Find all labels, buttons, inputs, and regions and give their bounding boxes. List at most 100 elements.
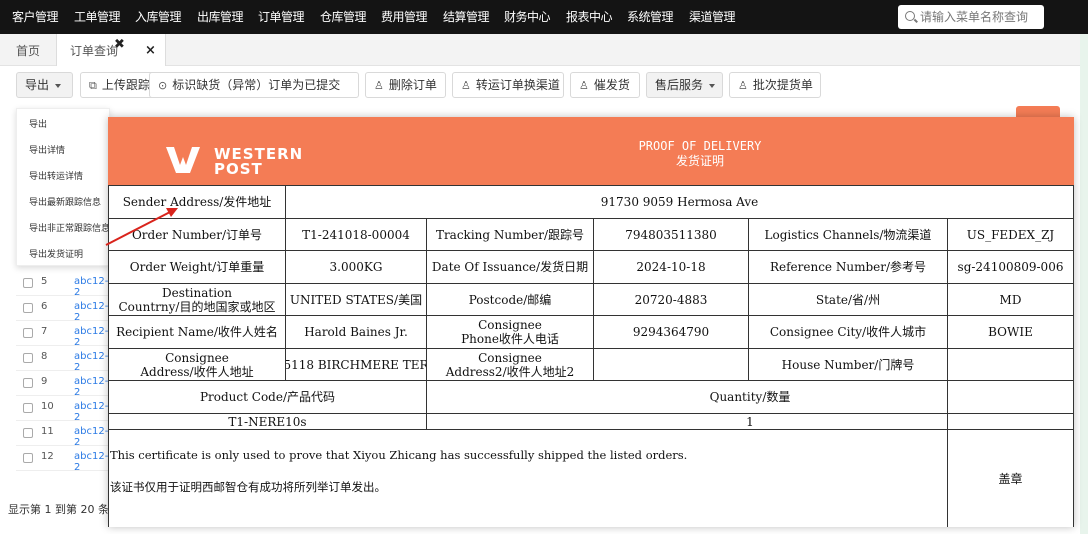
nav-item-inbound[interactable]: 入库管理 bbox=[135, 0, 182, 34]
tab-bar: 首页 订单查询 ✖ × bbox=[0, 34, 1080, 66]
nav-item-settlement[interactable]: 结算管理 bbox=[443, 0, 490, 34]
label-product-code: Product Code/产品代码 bbox=[199, 390, 336, 404]
user-icon: ♙ bbox=[738, 79, 748, 92]
nav-item-warehouse[interactable]: 仓库管理 bbox=[320, 0, 367, 34]
menu-search-input[interactable]: 请输入菜单名称查询 bbox=[898, 5, 1044, 29]
row-number: 11 bbox=[41, 426, 54, 437]
label-consignee-address2-line2: Address2/收件人地址2 bbox=[445, 364, 575, 379]
nav-item-fees[interactable]: 费用管理 bbox=[381, 0, 428, 34]
mark-oos-button[interactable]: ⊙ 标识缺货（异常）订单为已提交 bbox=[149, 72, 359, 98]
transfer-channel-label: 转运订单换渠道 bbox=[475, 78, 560, 92]
row-number: 5 bbox=[41, 276, 48, 287]
transfer-channel-button[interactable]: ♙ 转运订单换渠道 bbox=[452, 72, 564, 98]
row-divider bbox=[16, 445, 110, 446]
mark-oos-label: 标识缺货（异常）订单为已提交 bbox=[172, 78, 341, 92]
row-checkbox[interactable] bbox=[23, 353, 33, 363]
table-row[interactable]: 12 abc12-2 bbox=[16, 447, 110, 473]
label-consignee-address2-line1: Consignee bbox=[478, 350, 542, 365]
value-house-number bbox=[948, 349, 1073, 380]
row-divider bbox=[16, 295, 110, 296]
table-row[interactable]: 10 abc12-2 bbox=[16, 397, 110, 423]
certificate-statement-en: This certificate is only used to prove t… bbox=[110, 448, 688, 462]
value-recipient-name: Harold Baines Jr. bbox=[304, 325, 408, 339]
value-order-number: T1-241018-00004 bbox=[302, 227, 410, 242]
table-row[interactable]: 6 abc12-2 bbox=[16, 297, 110, 323]
certificate-statement-cn: 该证书仅用于证明西邮智仓有成功将所列举订单发出。 bbox=[110, 480, 386, 494]
row-number: 8 bbox=[41, 351, 48, 362]
label-consignee-address2: Consignee Address2/收件人地址2 bbox=[427, 349, 593, 380]
close-icon[interactable]: × bbox=[145, 34, 156, 68]
user-icon: ♙ bbox=[461, 79, 471, 92]
export-button-label: 导出 bbox=[25, 78, 50, 92]
after-sales-button[interactable]: 售后服务 bbox=[646, 72, 723, 98]
menu-item-export-transfer[interactable]: 导出转运详情 bbox=[29, 169, 83, 182]
nav-item-customer[interactable]: 客户管理 bbox=[12, 0, 59, 34]
user-icon: ♙ bbox=[579, 79, 589, 92]
tab-pin-icon: ✖ bbox=[114, 37, 125, 52]
row-divider bbox=[16, 345, 110, 346]
label-consignee-address-line1: Consignee bbox=[165, 350, 229, 365]
value-product-code: T1-NERE10s bbox=[228, 414, 307, 429]
table-row[interactable]: 11 abc12-2 bbox=[16, 422, 110, 448]
value-logistics-channel: US_FEDEX_ZJ bbox=[966, 227, 1055, 242]
pod-title-cn: 发货证明 bbox=[675, 154, 724, 168]
label-consignee-phone-line2: Phone收件人电话 bbox=[461, 332, 559, 346]
value-consignee-address2 bbox=[594, 349, 748, 380]
row-checkbox[interactable] bbox=[23, 428, 33, 438]
after-sales-label: 售后服务 bbox=[655, 78, 704, 92]
label-house-number: House Number/门牌号 bbox=[781, 357, 915, 372]
table-row[interactable]: 5 abc12-2 bbox=[16, 272, 110, 298]
menu-item-export-details[interactable]: 导出详情 bbox=[29, 143, 65, 156]
delete-order-button[interactable]: ♙ 删除订单 bbox=[365, 72, 446, 98]
row-checkbox[interactable] bbox=[23, 278, 33, 288]
menu-item-export-proof-of-delivery[interactable]: 导出发货证明 bbox=[29, 247, 83, 260]
label-quantity: Quantity/数量 bbox=[709, 390, 791, 404]
nav-item-system[interactable]: 系统管理 bbox=[627, 0, 674, 34]
table-row[interactable]: 9 abc12-2 bbox=[16, 372, 110, 398]
chevron-down-icon bbox=[55, 83, 62, 88]
tab-order-query-label: 订单查询 bbox=[70, 44, 119, 58]
delete-order-label: 删除订单 bbox=[388, 78, 437, 92]
proof-of-delivery-certificate: WESTERN POST PROOF OF DELIVERY 发货证明 Send… bbox=[108, 117, 1074, 527]
urge-ship-label: 催发货 bbox=[593, 78, 630, 92]
table-line bbox=[1073, 185, 1074, 527]
label-recipient-name: Recipient Name/收件人姓名 bbox=[116, 325, 278, 339]
urge-ship-button[interactable]: ♙ 催发货 bbox=[570, 72, 640, 98]
row-number: 10 bbox=[41, 401, 54, 412]
label-date-of-issuance: Date Of Issuance/发货日期 bbox=[431, 260, 589, 274]
table-row[interactable]: 7 abc12-2 bbox=[16, 322, 110, 348]
nav-item-reports[interactable]: 报表中心 bbox=[566, 0, 613, 34]
value-consignee-phone: 9294364790 bbox=[632, 325, 710, 339]
table-row[interactable]: 8 abc12-2 bbox=[16, 347, 110, 373]
row-divider bbox=[16, 470, 110, 471]
value-order-weight: 3.000KG bbox=[329, 260, 383, 274]
toolbar: 导出 ⧉ 上传跟踪号 ⊙ 标识缺货（异常）订单为已提交 ♙ 删除订单 ♙ 转运订单换渠道… bbox=[0, 66, 1080, 128]
menu-item-export-latest-tracking[interactable]: 导出最新跟踪信息 bbox=[29, 195, 101, 208]
label-consignee-city: Consignee City/收件人城市 bbox=[769, 325, 927, 339]
value-state: MD bbox=[999, 292, 1022, 307]
menu-item-export-abnormal-tracking[interactable]: 导出非正常跟踪信息 bbox=[29, 221, 110, 234]
batch-pickup-button[interactable]: ♙ 批次提货单 bbox=[729, 72, 821, 98]
nav-item-channels[interactable]: 渠道管理 bbox=[689, 0, 736, 34]
row-checkbox[interactable] bbox=[23, 328, 33, 338]
row-checkbox[interactable] bbox=[23, 378, 33, 388]
tab-order-query[interactable]: 订单查询 ✖ × bbox=[56, 34, 166, 66]
search-icon bbox=[905, 11, 915, 21]
row-number: 6 bbox=[41, 301, 48, 312]
export-button[interactable]: 导出 bbox=[16, 72, 73, 98]
side-strip bbox=[1080, 34, 1088, 534]
tab-home[interactable]: 首页 bbox=[16, 34, 40, 66]
check-circle-icon: ⊙ bbox=[158, 79, 168, 92]
row-checkbox[interactable] bbox=[23, 453, 33, 463]
nav-item-finance[interactable]: 财务中心 bbox=[504, 0, 551, 34]
nav-item-orders[interactable]: 订单管理 bbox=[258, 0, 305, 34]
search-placeholder: 请输入菜单名称查询 bbox=[920, 10, 1029, 24]
menu-item-export[interactable]: 导出 bbox=[29, 117, 47, 130]
value-date-of-issuance: 2024-10-18 bbox=[636, 260, 706, 274]
nav-item-outbound[interactable]: 出库管理 bbox=[197, 0, 244, 34]
top-nav-bar: 客户管理 工单管理 入库管理 出库管理 订单管理 仓库管理 费用管理 结算管理 … bbox=[0, 0, 1088, 34]
row-checkbox[interactable] bbox=[23, 303, 33, 313]
label-order-weight: Order Weight/订单重量 bbox=[129, 260, 265, 274]
export-dropdown-menu: 导出 导出详情 导出转运详情 导出最新跟踪信息 导出非正常跟踪信息 导出发货证明 bbox=[16, 108, 110, 266]
row-checkbox[interactable] bbox=[23, 403, 33, 413]
